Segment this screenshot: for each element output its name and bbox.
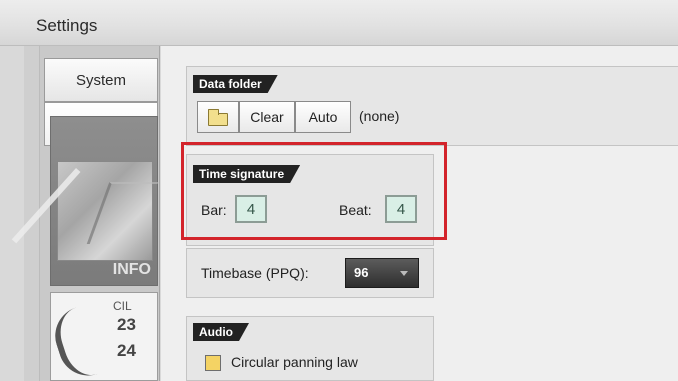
info-panel[interactable]: INFO [50,116,158,286]
calendar-number: 23 [117,315,136,334]
calendar-number: CIL [113,299,132,313]
auto-button[interactable]: Auto [295,101,351,133]
chevron-down-icon [400,271,408,276]
calendar-spiral-icon [51,300,119,380]
title-bar: Settings [0,0,678,46]
calendar-image: CIL 23 24 [50,292,158,381]
data-folder-path: (none) [359,108,400,124]
timebase-label: Timebase (PPQ): [201,265,309,281]
calendar-number: 24 [117,341,136,360]
folder-icon [208,109,228,126]
circular-panning-label: Circular panning law [231,354,358,370]
tab-system[interactable]: System [44,58,158,102]
highlight-box [181,142,447,240]
audio-section: Audio Circular panning law [186,316,434,381]
timebase-select[interactable]: 96 [345,258,419,288]
timebase-section: Timebase (PPQ): 96 [186,248,434,298]
info-image [57,161,153,261]
data-folder-section: Data folder Clear Auto (none) [186,66,678,146]
clear-button[interactable]: Clear [239,101,295,133]
window-title: Settings [36,16,98,35]
timebase-value: 96 [354,265,369,280]
info-label: INFO [112,261,151,278]
circular-panning-checkbox[interactable] [205,355,221,371]
data-folder-badge: Data folder [193,75,278,93]
browse-folder-button[interactable] [197,101,239,133]
audio-badge: Audio [193,323,249,341]
